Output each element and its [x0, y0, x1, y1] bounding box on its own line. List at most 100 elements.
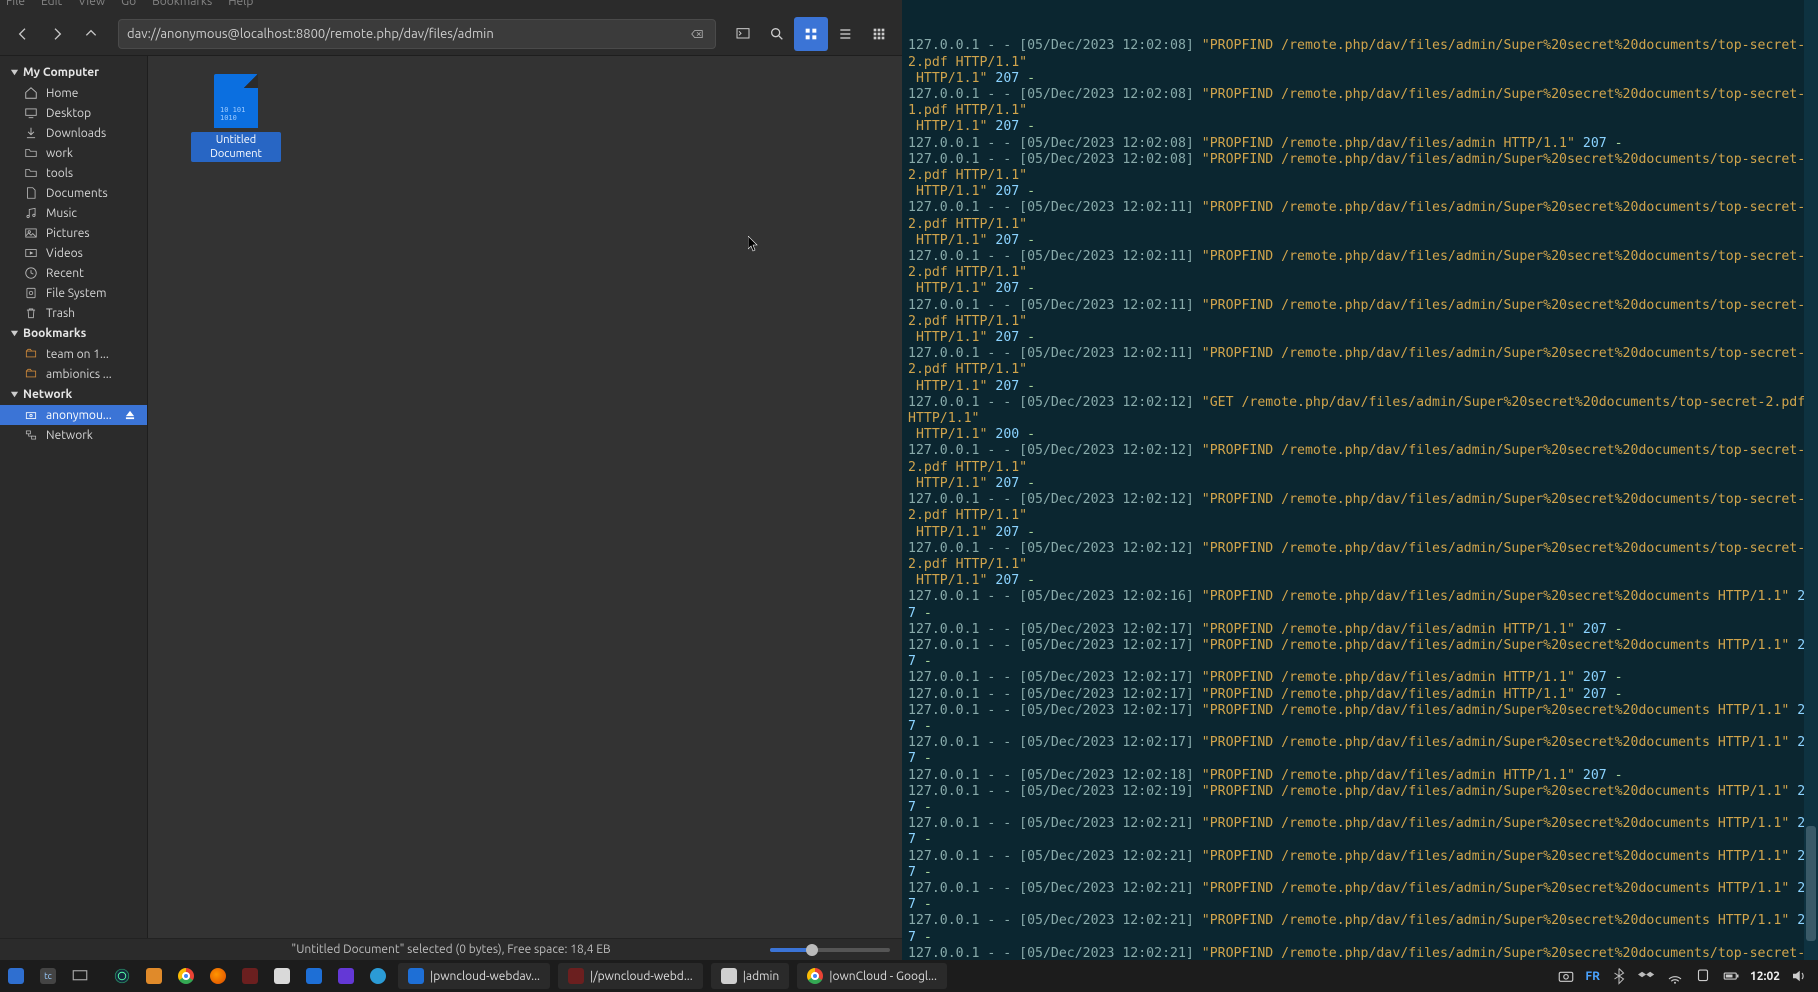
clock[interactable]: 12:02 [1750, 970, 1780, 983]
netdrive-icon [24, 408, 38, 422]
sidebar-item-desktop[interactable]: Desktop [0, 103, 147, 123]
file-icon: 10 101 1010 [214, 74, 258, 128]
sidebar-item-work[interactable]: work [0, 143, 147, 163]
taskbar: tc |pwncloud-webdav... |/pwncloud-webd...… [0, 960, 1818, 992]
trash-icon [24, 306, 38, 320]
sidebar-item-label: Downloads [46, 127, 106, 140]
picture-icon [24, 226, 38, 240]
menu-bookmarks[interactable]: Bookmarks [152, 0, 212, 8]
sidebar-item-team-on-1-[interactable]: team on 1... [0, 344, 147, 364]
bookmark-icon [24, 367, 38, 381]
sidebar-item-documents[interactable]: Documents [0, 183, 147, 203]
menubar: File Edit View Go Bookmarks Help [0, 0, 902, 12]
folder-icon [24, 166, 38, 180]
sidebar-item-label: Network [46, 429, 93, 442]
task--pwncloud-webd-[interactable]: |/pwncloud-webd... [558, 963, 703, 989]
task-buttons: |pwncloud-webdav... |/pwncloud-webd... |ad… [394, 960, 951, 992]
chrome-app-icon[interactable] [172, 962, 200, 990]
sidebar-item-tools[interactable]: tools [0, 163, 147, 183]
address-bar[interactable]: dav://anonymous@localhost:8800/remote.ph… [118, 19, 716, 49]
sidebar-item-videos[interactable]: Videos [0, 243, 147, 263]
search-button[interactable] [760, 17, 794, 51]
mc-quicklaunch-icon[interactable]: tc [34, 962, 62, 990]
sidebar-item-ambionics-[interactable]: ambionics ... [0, 364, 147, 384]
disk-icon [24, 286, 38, 300]
sidebar-item-label: tools [46, 167, 73, 180]
battery-tray-icon[interactable] [1722, 967, 1740, 985]
files-quicklaunch-icon[interactable] [2, 962, 30, 990]
sidebar-item-downloads[interactable]: Downloads [0, 123, 147, 143]
open-terminal-button[interactable] [726, 17, 760, 51]
icon-view-button[interactable] [794, 17, 828, 51]
firefox-app-icon[interactable] [204, 962, 232, 990]
keyboard-layout-indicator[interactable]: FR [1585, 970, 1600, 983]
terminal-scrollbar[interactable] [1804, 0, 1818, 960]
sidebar-section-network[interactable]: Network [0, 384, 147, 405]
menu-view[interactable]: View [78, 0, 105, 8]
screenshot-tray-icon[interactable] [1557, 967, 1575, 985]
system-tray: FR 12:02 [1557, 967, 1818, 985]
video-icon [24, 246, 38, 260]
zoom-slider[interactable] [770, 948, 890, 952]
sidebar-item-label: team on 1... [46, 348, 109, 361]
sidebar-item-pictures[interactable]: Pictures [0, 223, 147, 243]
browser-app-icon[interactable] [364, 962, 392, 990]
sidebar-section-bookmarks[interactable]: Bookmarks [0, 323, 147, 344]
folder-icon [24, 146, 38, 160]
sidebar-item-music[interactable]: Music [0, 203, 147, 223]
compact-view-button[interactable] [862, 17, 896, 51]
vscode-icon [408, 968, 424, 984]
mouse-cursor-icon [748, 236, 760, 252]
files-app-icon[interactable] [140, 962, 168, 990]
sidebar-item-label: Pictures [46, 227, 90, 240]
menu-file[interactable]: File [6, 0, 25, 8]
task-label: |ownCloud - Googl... [829, 970, 937, 983]
task--admin[interactable]: |admin [711, 963, 790, 989]
file-pane[interactable]: 10 101 1010 Untitled Document [148, 56, 902, 938]
app-menu-icon[interactable] [108, 962, 136, 990]
toolbar: dav://anonymous@localhost:8800/remote.ph… [0, 12, 902, 56]
term-icon [568, 968, 584, 984]
file-item[interactable]: 10 101 1010 Untitled Document [186, 74, 286, 162]
volume-tray-icon[interactable] [1790, 967, 1808, 985]
menu-go[interactable]: Go [121, 0, 136, 8]
sidebar-section-my-computer[interactable]: My Computer [0, 62, 147, 83]
clear-address-icon[interactable] [687, 24, 707, 44]
file-label: Untitled Document [191, 132, 281, 162]
nav-forward-button[interactable] [40, 17, 74, 51]
address-bar-text: dav://anonymous@localhost:8800/remote.ph… [127, 27, 494, 41]
list-view-button[interactable] [828, 17, 862, 51]
bluetooth-tray-icon[interactable] [1610, 967, 1628, 985]
sidebar-item-label: Videos [46, 247, 83, 260]
task-label: |admin [743, 970, 780, 983]
network-tray-icon[interactable] [1666, 967, 1684, 985]
home-icon [24, 86, 38, 100]
sidebar-item-anonymou-[interactable]: anonymou... [0, 405, 147, 425]
show-desktop-icon[interactable] [66, 962, 94, 990]
menu-help[interactable]: Help [228, 0, 253, 8]
nav-up-button[interactable] [74, 17, 108, 51]
notifications-tray-icon[interactable] [1694, 967, 1712, 985]
nav-back-button[interactable] [6, 17, 40, 51]
task-label: |pwncloud-webdav... [430, 970, 540, 983]
menu-edit[interactable]: Edit [41, 0, 62, 8]
sidebar-item-label: Home [46, 87, 78, 100]
bookmark-icon [24, 347, 38, 361]
burp-app-icon[interactable] [332, 962, 360, 990]
vscode-app-icon[interactable] [300, 962, 328, 990]
eject-icon[interactable] [123, 408, 137, 422]
filemgr-icon [721, 968, 737, 984]
sidebar-item-file-system[interactable]: File System [0, 283, 147, 303]
task--owncloud-googl-[interactable]: |ownCloud - Googl... [797, 963, 947, 989]
status-text: "Untitled Document" selected (0 bytes), … [291, 943, 610, 956]
text-editor-app-icon[interactable] [268, 962, 296, 990]
terminal-app-icon[interactable] [236, 962, 264, 990]
status-bar: "Untitled Document" selected (0 bytes), … [0, 938, 902, 960]
sidebar-item-network[interactable]: Network [0, 425, 147, 445]
terminal-window[interactable]: 127.0.0.1 - - [05/Dec/2023 12:02:08] "PR… [902, 0, 1818, 960]
sidebar-item-recent[interactable]: Recent [0, 263, 147, 283]
task--pwncloud-webdav-[interactable]: |pwncloud-webdav... [398, 963, 550, 989]
dropbox-tray-icon[interactable] [1638, 967, 1656, 985]
sidebar-item-home[interactable]: Home [0, 83, 147, 103]
sidebar-item-trash[interactable]: Trash [0, 303, 147, 323]
